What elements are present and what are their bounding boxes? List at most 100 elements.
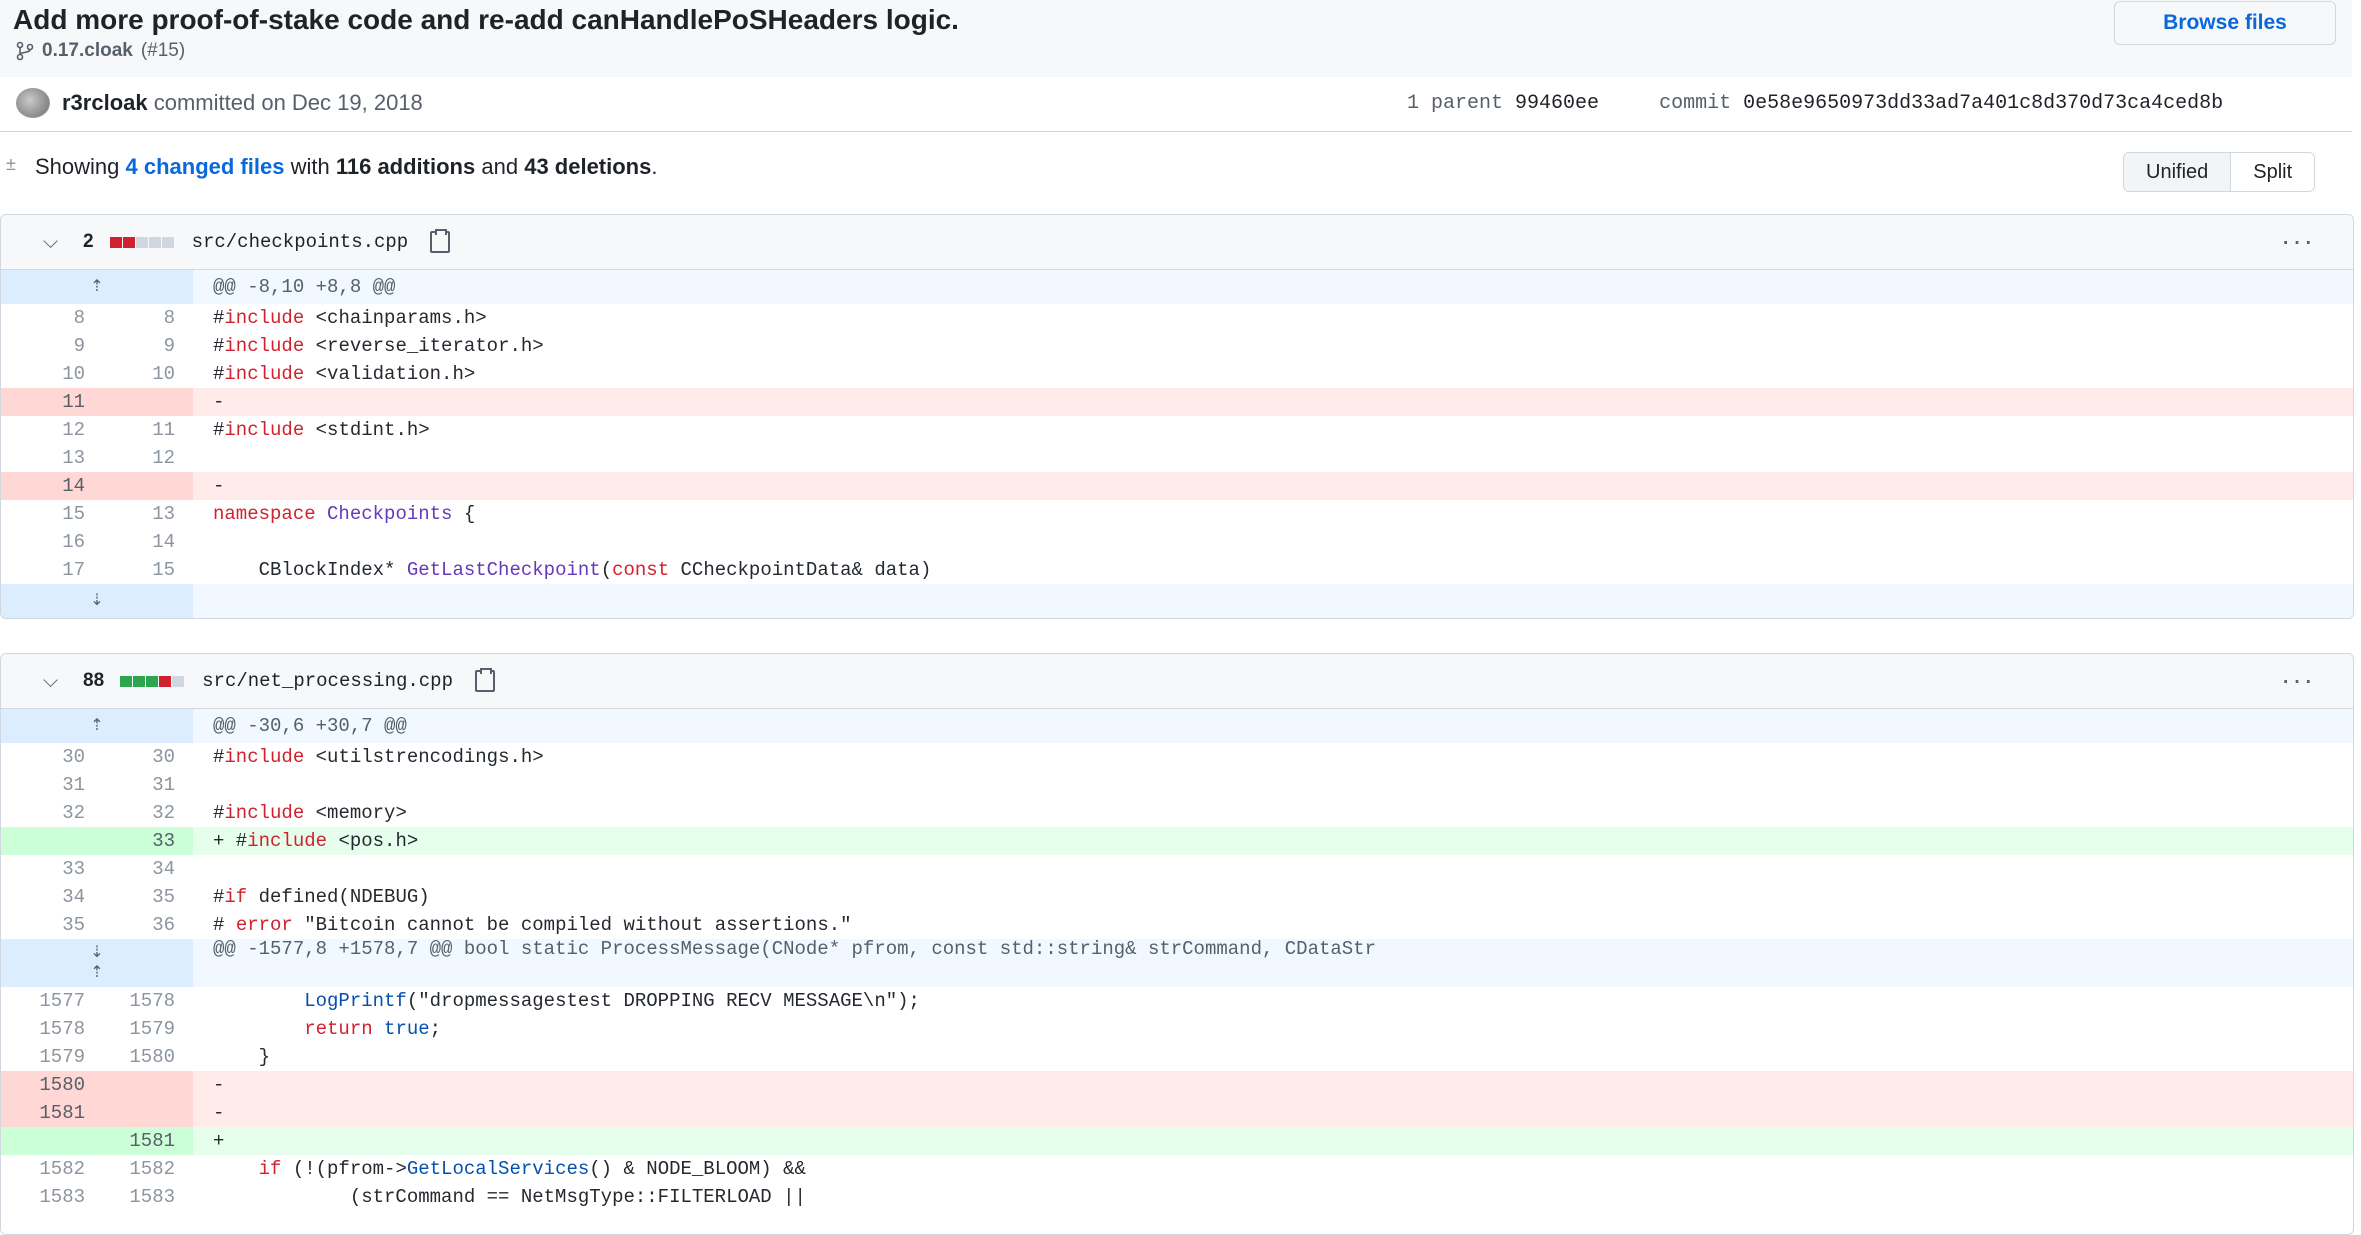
- avatar[interactable]: [16, 88, 50, 118]
- new-line-number[interactable]: [89, 388, 193, 416]
- context-line: 1579 1580 }: [1, 1043, 2353, 1071]
- hunk-header: ⇣ ⇡ @@ -1577,8 +1578,7 @@ bool static Proc…: [1, 939, 2353, 987]
- browse-files-button[interactable]: Browse files: [2114, 1, 2336, 45]
- new-line-number[interactable]: 33: [89, 827, 193, 855]
- code-line: #include <validation.h>: [213, 363, 476, 385]
- old-line-number[interactable]: 17: [1, 556, 89, 584]
- context-line: 16 14: [1, 528, 2353, 556]
- old-line-number[interactable]: 31: [1, 771, 89, 799]
- old-line-number[interactable]: 33: [1, 855, 89, 883]
- context-line: 33 34: [1, 855, 2353, 883]
- diffstat-block-add: [146, 675, 159, 687]
- chevron-down-icon[interactable]: ⌵: [43, 670, 63, 693]
- commit-header: Add more proof-of-stake code and re-add …: [0, 0, 2352, 78]
- code-line: (strCommand == NetMsgType::FILTERLOAD ||: [213, 1186, 806, 1208]
- old-line-number[interactable]: 1581: [1, 1099, 89, 1127]
- code-line: if (!(pfrom->GetLocalServices() & NODE_B…: [258, 1158, 806, 1180]
- new-line-number[interactable]: [89, 472, 193, 500]
- diffstat-block-del: [122, 236, 135, 248]
- hunk-text: @@ -30,6 +30,7 @@: [213, 715, 407, 737]
- old-line-number[interactable]: 32: [1, 799, 89, 827]
- deleted-line: 11 -: [1, 388, 2353, 416]
- expand-icon[interactable]: ⇡: [1, 709, 193, 743]
- old-line-number[interactable]: [1, 827, 89, 855]
- deletions-count: 43 deletions: [524, 154, 652, 179]
- hunk-header: ⇡ @@ -8,10 +8,8 @@: [1, 270, 2353, 304]
- new-line-number[interactable]: 1583: [89, 1183, 193, 1211]
- old-line-number[interactable]: 1582: [1, 1155, 89, 1183]
- chevron-down-icon[interactable]: ⌵: [43, 231, 63, 254]
- new-line-number[interactable]: 15: [89, 556, 193, 584]
- changed-files-link[interactable]: 4 changed files: [126, 154, 285, 179]
- unified-button[interactable]: Unified: [2124, 153, 2232, 191]
- copy-icon[interactable]: [474, 668, 495, 692]
- git-branch-icon: [16, 41, 34, 61]
- pr-ref-link[interactable]: (#15): [141, 40, 185, 62]
- more-options-icon[interactable]: ···: [2281, 664, 2315, 696]
- summary-prefix: Showing: [35, 154, 120, 179]
- new-line-number[interactable]: 1578: [89, 987, 193, 1015]
- new-line-number[interactable]: [89, 1071, 193, 1099]
- code-line: #include <reverse_iterator.h>: [213, 335, 544, 357]
- new-line-number[interactable]: 36: [89, 911, 193, 939]
- old-line-number[interactable]: 1578: [1, 1015, 89, 1043]
- old-line-number[interactable]: 10: [1, 360, 89, 388]
- old-line-number[interactable]: 11: [1, 388, 89, 416]
- copy-icon[interactable]: [430, 229, 451, 253]
- old-line-number[interactable]: 1580: [1, 1071, 89, 1099]
- expand-icon[interactable]: ⇡: [1, 270, 193, 304]
- old-line-number[interactable]: 34: [1, 883, 89, 911]
- new-line-number[interactable]: [89, 1099, 193, 1127]
- diffstat-block-neu: [135, 236, 148, 248]
- new-line-number[interactable]: 1580: [89, 1043, 193, 1071]
- new-line-number[interactable]: 31: [89, 771, 193, 799]
- new-line-number[interactable]: 30: [89, 743, 193, 771]
- context-line: 15 13 namespace Checkpoints {: [1, 500, 2353, 528]
- diffstat-block-del: [109, 236, 122, 248]
- author-line: r3rcloak committed on Dec 19, 2018: [62, 90, 423, 116]
- new-line-number[interactable]: 35: [89, 883, 193, 911]
- old-line-number[interactable]: 13: [1, 444, 89, 472]
- split-button[interactable]: Split: [2231, 153, 2315, 191]
- old-line-number[interactable]: 16: [1, 528, 89, 556]
- author-link[interactable]: r3rcloak: [62, 90, 148, 115]
- parent-hash-link[interactable]: 99460ee: [1515, 92, 1599, 115]
- file-name-link[interactable]: src/checkpoints.cpp: [192, 231, 409, 253]
- new-line-number[interactable]: 9: [89, 332, 193, 360]
- new-line-number[interactable]: 13: [89, 500, 193, 528]
- new-line-number[interactable]: 1582: [89, 1155, 193, 1183]
- old-line-number[interactable]: 30: [1, 743, 89, 771]
- new-line-number[interactable]: 11: [89, 416, 193, 444]
- new-line-number[interactable]: 34: [89, 855, 193, 883]
- parent-label: 1 parent: [1407, 92, 1504, 115]
- context-line: 35 36 # error "Bitcoin cannot be compiled …: [1, 911, 2353, 939]
- old-line-number[interactable]: 14: [1, 472, 89, 500]
- old-line-number[interactable]: 35: [1, 911, 89, 939]
- old-line-number[interactable]: 12: [1, 416, 89, 444]
- new-line-number[interactable]: 12: [89, 444, 193, 472]
- committed-text: committed on Dec 19, 2018: [153, 90, 423, 115]
- old-line-number[interactable]: 1579: [1, 1043, 89, 1071]
- old-line-number[interactable]: 1577: [1, 987, 89, 1015]
- old-line-number[interactable]: 15: [1, 500, 89, 528]
- file-header: ⌵ 88 src/net_processing.cpp ···: [1, 654, 2353, 709]
- new-line-number[interactable]: 14: [89, 528, 193, 556]
- expand-icon[interactable]: ⇣: [1, 584, 193, 618]
- old-line-number[interactable]: 1583: [1, 1183, 89, 1211]
- new-line-number[interactable]: 32: [89, 799, 193, 827]
- new-line-number[interactable]: 1581: [89, 1127, 193, 1155]
- new-line-number[interactable]: 10: [89, 360, 193, 388]
- summary-with: with: [290, 154, 330, 179]
- old-line-number[interactable]: 8: [1, 304, 89, 332]
- file-name-link[interactable]: src/net_processing.cpp: [202, 670, 453, 692]
- code-line: -: [213, 391, 225, 413]
- more-options-icon[interactable]: ···: [2281, 225, 2315, 257]
- old-line-number[interactable]: 9: [1, 332, 89, 360]
- old-line-number[interactable]: [1, 1127, 89, 1155]
- diffstat-block-neu: [161, 236, 174, 248]
- code-line: + #include <pos.h>: [213, 830, 419, 852]
- branch-link[interactable]: 0.17.cloak: [42, 40, 133, 62]
- new-line-number[interactable]: 8: [89, 304, 193, 332]
- new-line-number[interactable]: 1579: [89, 1015, 193, 1043]
- expand-icon[interactable]: ⇣ ⇡: [1, 939, 193, 987]
